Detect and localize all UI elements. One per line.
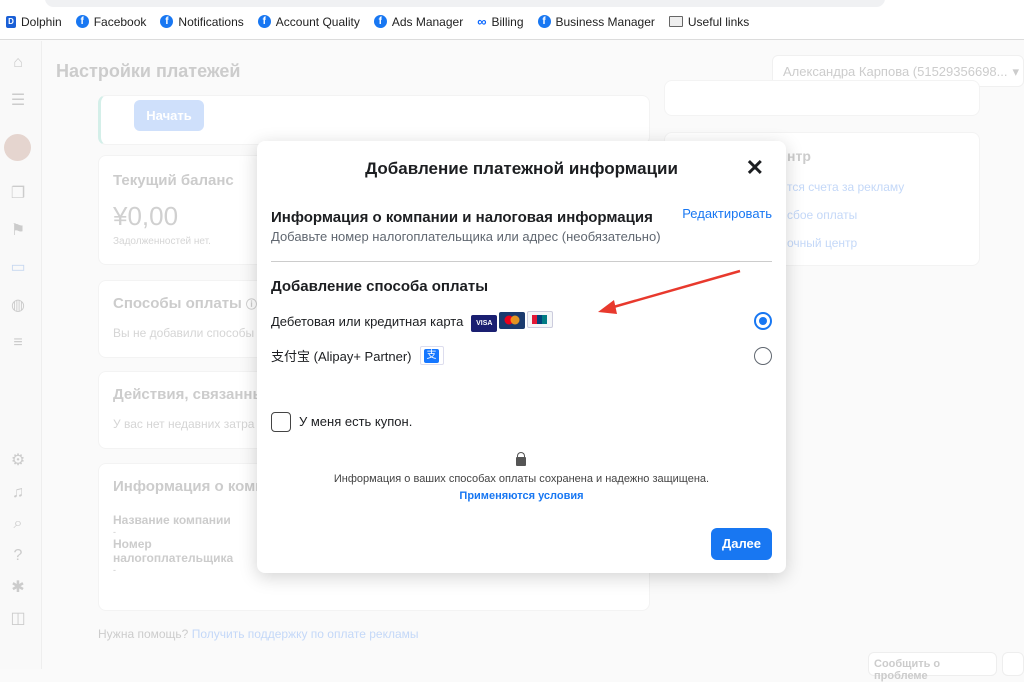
radio-card[interactable] bbox=[754, 312, 772, 330]
language-globe-button[interactable] bbox=[1002, 652, 1024, 676]
flag-icon[interactable]: ⚑ bbox=[8, 221, 28, 241]
start-button[interactable]: Начать bbox=[134, 100, 204, 131]
address-bar[interactable] bbox=[45, 0, 885, 7]
info-icon: ⓘ bbox=[246, 299, 258, 311]
pages-icon[interactable]: ❐ bbox=[8, 184, 28, 204]
edit-link[interactable]: Редактировать bbox=[682, 206, 772, 221]
help-link[interactable]: тся счета за рекламу bbox=[787, 180, 904, 194]
bookmark-business-manager[interactable]: f Business Manager bbox=[537, 15, 655, 29]
support-link[interactable]: Получить поддержку по оплате рекламы bbox=[192, 627, 419, 641]
payment-methods-card: Способы оплаты ⓘ Вы не добавили способы bbox=[98, 280, 268, 358]
actions-card: Действия, связанные У вас нет недавних з… bbox=[98, 371, 268, 449]
close-icon[interactable]: ✕ bbox=[746, 155, 764, 181]
bookmark-billing[interactable]: ∞ Billing bbox=[477, 14, 523, 29]
facebook-icon: f bbox=[75, 15, 89, 28]
bookmarks-bar: D Dolphin f Facebook f Notifications f Accou… bbox=[6, 14, 749, 29]
chevron-down-icon: ▾ bbox=[1012, 64, 1019, 79]
help-footer: Нужна помощь? Получить поддержку по опла… bbox=[98, 627, 419, 641]
bookmark-account-quality[interactable]: f Account Quality bbox=[257, 15, 360, 29]
visa-icon: VISA bbox=[471, 315, 498, 332]
option-card[interactable]: Дебетовая или кредитная карта VISA bbox=[271, 311, 555, 332]
search-icon[interactable]: ⌕ bbox=[8, 514, 28, 534]
facebook-icon: f bbox=[537, 15, 551, 28]
folder-icon bbox=[668, 16, 683, 27]
home-icon[interactable]: ⌂ bbox=[8, 53, 28, 73]
bookmark-ads-manager[interactable]: f Ads Manager bbox=[373, 15, 463, 29]
billing-card-icon[interactable]: ▭ bbox=[8, 258, 28, 278]
facebook-icon: f bbox=[160, 15, 174, 28]
bookmark-dolphin[interactable]: D Dolphin bbox=[6, 15, 62, 29]
balance-card: Текущий баланс ¥0,00 Задолженностей нет. bbox=[98, 155, 268, 265]
coupon-checkbox[interactable] bbox=[271, 412, 291, 432]
right-card-top bbox=[664, 80, 980, 116]
gear-icon[interactable]: ⚙ bbox=[8, 451, 28, 471]
help-link[interactable]: сбое оплаты bbox=[787, 208, 857, 222]
settings-list-icon[interactable]: ≡ bbox=[8, 333, 28, 353]
page-title: Настройки платежей bbox=[56, 61, 241, 81]
avatar[interactable] bbox=[4, 134, 31, 161]
globe-icon[interactable]: ◍ bbox=[8, 296, 28, 316]
option-alipay[interactable]: 支付宝 (Alipay+ Partner) 支 bbox=[271, 346, 444, 365]
browser-chrome: D Dolphin f Facebook f Notifications f Accou… bbox=[0, 0, 1024, 40]
divider bbox=[271, 261, 772, 262]
panel-toggle-icon[interactable]: ◫ bbox=[8, 609, 28, 629]
report-problem-button[interactable]: Сообщить о проблеме bbox=[868, 652, 997, 682]
bookmark-useful-links[interactable]: Useful links bbox=[668, 15, 749, 29]
help-icon[interactable]: ? bbox=[8, 546, 28, 566]
left-sidebar: ⌂ ☰ ❐ ⚑ ▭ ◍ ≡ ⚙ ♫ ⌕ ? ✱ ◫ bbox=[0, 41, 42, 669]
menu-icon[interactable]: ☰ bbox=[8, 91, 28, 111]
terms-link[interactable]: Применяются условия bbox=[257, 490, 786, 502]
bookmark-notifications[interactable]: f Notifications bbox=[160, 15, 244, 29]
modal-title: Добавление платежной информации bbox=[365, 159, 678, 178]
bell-icon[interactable]: ♫ bbox=[8, 483, 28, 503]
bug-icon[interactable]: ✱ bbox=[8, 578, 28, 598]
dolphin-icon: D bbox=[6, 15, 16, 28]
meta-icon: ∞ bbox=[477, 14, 487, 29]
mastercard-icon bbox=[499, 311, 526, 329]
radio-alipay[interactable] bbox=[754, 347, 772, 365]
coupon-label: У меня есть купон. bbox=[299, 414, 413, 429]
next-button[interactable]: Далее bbox=[711, 528, 772, 560]
unionpay-icon bbox=[527, 311, 554, 328]
facebook-icon: f bbox=[257, 15, 271, 28]
company-section-title: Информация о компании и налоговая информ… bbox=[271, 209, 653, 226]
company-section-subtitle: Добавьте номер налогоплательщика или адр… bbox=[271, 229, 661, 244]
help-link[interactable]: очный центр bbox=[787, 236, 857, 250]
payment-section-title: Добавление способа оплаты bbox=[271, 278, 489, 295]
add-payment-modal: Добавление платежной информации ✕ Информ… bbox=[257, 141, 786, 573]
alipay-icon: 支 bbox=[424, 348, 440, 363]
facebook-icon: f bbox=[373, 15, 387, 28]
bookmark-facebook[interactable]: f Facebook bbox=[75, 15, 146, 29]
security-note: Информация о ваших способах оплаты сохра… bbox=[333, 473, 710, 485]
lock-icon bbox=[516, 452, 526, 466]
